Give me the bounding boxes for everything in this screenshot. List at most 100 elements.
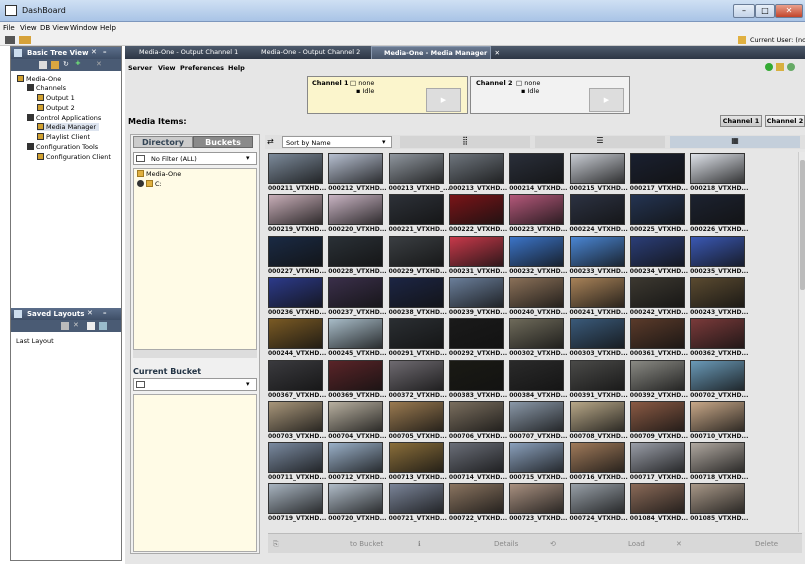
media-item[interactable]: 000703_VTXHD... [268,400,326,442]
menu-preferences[interactable]: Preferences [180,64,224,72]
tab-output-channel-2[interactable]: Media-One - Output Channel 2 [249,46,371,59]
dir-node-c-drive[interactable]: C: [137,180,162,188]
minimize-icon[interactable]: – [103,48,107,56]
layout-icon[interactable] [87,322,95,330]
media-item[interactable]: 000361_VTXHD... [629,318,688,359]
details-button[interactable]: Details [494,540,518,548]
media-item[interactable]: 000245_VTXHD... [328,318,387,359]
bucket-select[interactable]: ▾ [133,378,257,391]
close-button[interactable]: ✕ [775,4,803,18]
filter-select[interactable]: No Filter (ALL) ▾ [133,152,257,165]
grid-layout-icon[interactable] [99,322,107,330]
media-item[interactable]: 000704_VTXHD... [328,400,387,442]
media-item[interactable]: 000712_VTXHD... [328,442,387,483]
media-item[interactable]: 000291_VTXHD... [388,318,447,359]
media-item[interactable]: 000707_VTXHD... [509,400,567,442]
media-item[interactable]: 000391_VTXHD... [569,359,628,401]
media-item[interactable]: 000215_VTXHD... [569,153,628,194]
tree-node-media-manager[interactable]: Media Manager [37,123,100,131]
channel-1-toggle[interactable]: Channel 1 [720,115,762,127]
media-item[interactable]: 000718_VTXHD... [690,442,748,483]
to-bucket-button[interactable]: to Bucket [350,540,383,548]
menu-db-view[interactable]: DB View [40,24,69,32]
menu-sub-help[interactable]: Help [228,64,245,72]
media-item[interactable]: 000212_VTXHD... [328,153,387,194]
media-item[interactable]: 000224_VTXHD... [569,194,628,235]
media-item[interactable]: 000213_VTXHD... [448,153,507,194]
load-button[interactable]: Load [628,540,645,548]
view-thumbnails-button[interactable]: ▦ [670,136,800,148]
media-item[interactable]: 000367_VTXHD... [268,359,326,401]
folder-icon[interactable] [19,36,31,44]
media-item[interactable]: 000220_VTXHD... [328,194,387,235]
media-item[interactable]: 001084_VTXHD... [629,483,688,524]
minimize-icon[interactable]: – [103,309,107,317]
menu-help[interactable]: Help [100,24,116,32]
menu-file[interactable]: File [3,24,15,32]
add-icon[interactable]: + [75,59,81,67]
media-item[interactable]: 000213_VTXHD_... [388,153,450,194]
menu-sub-view[interactable]: View [158,64,176,72]
tree-node-channels[interactable]: Channels [27,84,66,92]
media-item[interactable]: 000721_VTXHD... [388,483,447,524]
view-details-button[interactable]: ☰ [535,136,665,148]
media-item[interactable]: 000720_VTXHD... [328,483,387,524]
media-item[interactable]: 000211_VTXHD... [268,153,326,194]
media-item[interactable]: 000234_VTXHD... [629,235,688,277]
media-item[interactable]: 000710_VTXHD... [690,400,748,442]
tree-node-config-client[interactable]: Configuration Client [37,153,111,161]
media-item[interactable]: 000292_VTXHD... [448,318,507,359]
channel-2-box[interactable]: Channel 2 □ none ▪ Idle ▶ [470,76,630,114]
tree-node-media-one[interactable]: Media-One [17,75,61,83]
media-item[interactable]: 000303_VTXHD... [569,318,628,359]
tab-directory[interactable]: Directory [133,136,193,148]
media-item[interactable]: 000214_VTXHD... [509,153,567,194]
media-item[interactable]: 001085_VTXHD... [690,483,748,524]
tab-buckets[interactable]: Buckets [193,136,253,148]
media-item[interactable]: 000218_VTXHD... [690,153,748,194]
media-item[interactable]: 000244_VTXHD... [268,318,326,359]
media-item[interactable]: 000383_VTXHD... [448,359,507,401]
media-item[interactable]: 000706_VTXHD... [448,400,507,442]
tree-node-output-1[interactable]: Output 1 [37,94,75,102]
media-item[interactable]: 000219_VTXHD... [268,194,326,235]
media-item[interactable]: 000225_VTXHD... [629,194,688,235]
media-item[interactable]: 000372_VTXHD... [388,359,447,401]
close-icon[interactable]: ✕ [87,309,93,317]
media-item[interactable]: 000238_VTXHD... [388,276,447,318]
media-item[interactable]: 000713_VTXHD... [388,442,447,483]
channel-1-play-button[interactable]: ▶ [426,88,461,112]
save-icon[interactable] [39,61,47,69]
media-item[interactable]: 000719_VTXHD... [268,483,326,524]
media-item[interactable]: 000723_VTXHD... [509,483,567,524]
media-item[interactable]: 000392_VTXHD... [629,359,688,401]
sort-direction-icon[interactable]: ⇄ [267,137,274,146]
media-item[interactable]: 000231_VTXHD... [448,235,507,277]
media-item[interactable]: 000302_VTXHD... [509,318,567,359]
dir-node-media-one[interactable]: Media-One [137,170,181,178]
media-item[interactable]: 000708_VTXHD... [569,400,628,442]
media-item[interactable]: 000711_VTXHD... [268,442,326,483]
channel-2-play-button[interactable]: ▶ [589,88,624,112]
media-item[interactable]: 000228_VTXHD... [328,235,387,277]
media-item[interactable]: 000239_VTXHD... [448,276,507,318]
media-item[interactable]: 000243_VTXHD... [690,276,748,318]
layout-item-last[interactable]: Last Layout [16,337,54,345]
media-item[interactable]: 000240_VTXHD... [509,276,567,318]
media-item[interactable]: 000237_VTXHD... [328,276,387,318]
media-item[interactable]: 000702_VTXHD... [690,359,748,401]
delete-icon[interactable]: ✕ [96,60,102,68]
media-item[interactable]: 000709_VTXHD... [629,400,688,442]
delete-button[interactable]: Delete [755,540,778,548]
tab-output-channel-1[interactable]: Media-One - Output Channel 1 [127,46,249,59]
media-item[interactable]: 000705_VTXHD... [388,400,447,442]
edit-icon[interactable] [51,61,59,69]
media-item[interactable]: 000242_VTXHD... [629,276,688,318]
media-item[interactable]: 000724_VTXHD... [569,483,628,524]
close-icon[interactable]: ✕ [91,48,97,56]
media-item[interactable]: 000221_VTXHD... [388,194,447,235]
menu-view[interactable]: View [20,24,37,32]
media-item[interactable]: 000369_VTXHD... [328,359,387,401]
maximize-button[interactable]: □ [755,4,775,18]
media-item[interactable]: 000715_VTXHD... [509,442,567,483]
